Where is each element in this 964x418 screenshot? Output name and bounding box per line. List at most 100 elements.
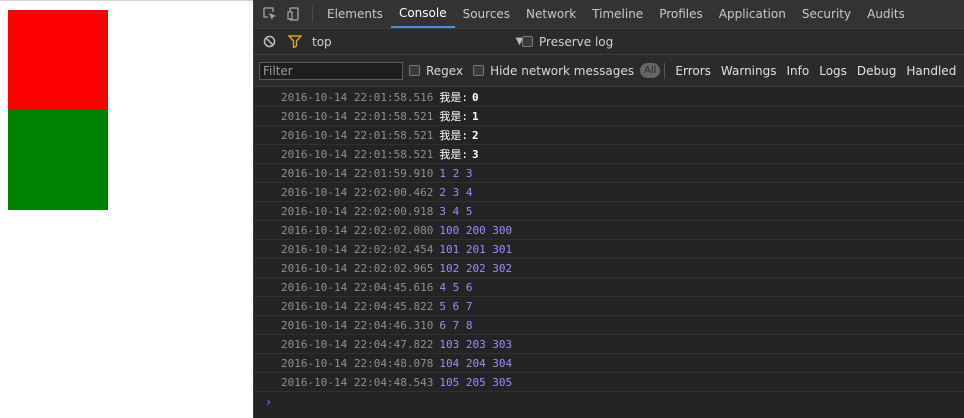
level-info[interactable]: Info xyxy=(782,64,815,78)
log-message: 我是: 0 xyxy=(439,89,478,105)
log-label: 我是: xyxy=(439,110,468,123)
log-value: 3 xyxy=(471,148,479,161)
log-row: 2016-10-14 22:04:46.310 6 7 8 xyxy=(254,316,964,335)
console-filter-bar: Regex Hide network messages All ErrorsWa… xyxy=(254,55,964,87)
log-message: 104 204 304 xyxy=(439,357,512,370)
log-message: 100 200 300 xyxy=(439,224,512,237)
log-timestamp: 2016-10-14 22:02:02.080 xyxy=(281,223,434,237)
preserve-log-toggle[interactable]: Preserve log xyxy=(522,35,613,49)
log-row: 2016-10-14 22:04:45.616 4 5 6 xyxy=(254,278,964,297)
log-timestamp: 2016-10-14 22:04:45.616 xyxy=(281,280,434,294)
log-timestamp: 2016-10-14 22:04:48.078 xyxy=(281,356,434,370)
log-value: 104 204 304 xyxy=(439,356,513,370)
log-message: 3 4 5 xyxy=(439,205,472,218)
log-timestamp: 2016-10-14 22:04:45.822 xyxy=(281,299,434,313)
tab-sources[interactable]: Sources xyxy=(455,0,518,28)
level-debug[interactable]: Debug xyxy=(852,64,901,78)
console-prompt[interactable]: › xyxy=(254,392,964,412)
log-label: 我是: xyxy=(439,91,468,104)
log-timestamp: 2016-10-14 22:04:48.543 xyxy=(281,375,434,389)
preserve-log-checkbox[interactable] xyxy=(522,36,533,47)
log-value: 103 203 303 xyxy=(439,337,513,351)
hide-network-checkbox[interactable] xyxy=(473,65,485,76)
log-value: 6 7 8 xyxy=(439,318,473,332)
log-row: 2016-10-14 22:01:58.521 我是: 2 xyxy=(254,126,964,145)
filter-input[interactable] xyxy=(259,61,403,80)
filter-funnel-icon[interactable] xyxy=(284,35,306,48)
log-row: 2016-10-14 22:04:47.822 103 203 303 xyxy=(254,335,964,354)
log-message: 我是: 1 xyxy=(439,108,478,124)
tab-elements[interactable]: Elements xyxy=(319,0,391,28)
log-message: 102 202 302 xyxy=(439,262,512,275)
level-divider xyxy=(664,62,666,79)
log-timestamp: 2016-10-14 22:01:58.521 xyxy=(281,128,434,142)
log-row: 2016-10-14 22:02:02.080 100 200 300 xyxy=(254,221,964,240)
tab-console[interactable]: Console xyxy=(390,0,455,28)
log-timestamp: 2016-10-14 22:01:59.910 xyxy=(281,166,434,180)
level-all-button[interactable]: All xyxy=(639,63,661,78)
tab-audits[interactable]: Audits xyxy=(859,0,913,28)
toolbar-divider xyxy=(312,6,313,22)
level-warnings[interactable]: Warnings xyxy=(716,64,782,78)
log-value: 2 3 4 xyxy=(439,185,473,199)
log-value: 102 202 302 xyxy=(439,261,513,275)
device-mode-icon[interactable] xyxy=(282,0,306,28)
log-row: 2016-10-14 22:01:59.910 1 2 3 xyxy=(254,164,964,183)
log-value: 2 xyxy=(471,129,479,142)
log-timestamp: 2016-10-14 22:01:58.521 xyxy=(281,109,434,123)
log-row: 2016-10-14 22:04:45.822 5 6 7 xyxy=(254,297,964,316)
level-errors[interactable]: Errors xyxy=(670,64,716,78)
log-label: 我是: xyxy=(439,129,468,142)
log-value: 3 4 5 xyxy=(439,204,473,218)
devtools-tabbar: Elements Console Sources Network Timeline Pro… xyxy=(254,0,964,29)
context-selector[interactable]: top ▼ xyxy=(312,34,523,49)
log-message: 我是: 3 xyxy=(439,146,478,162)
log-timestamp: 2016-10-14 22:01:58.521 xyxy=(281,147,434,161)
tab-timeline[interactable]: Timeline xyxy=(584,0,651,28)
log-row: 2016-10-14 22:02:02.965 102 202 302 xyxy=(254,259,964,278)
log-message: 1 2 3 xyxy=(439,167,472,180)
log-row: 2016-10-14 22:01:58.521 我是: 1 xyxy=(254,107,964,126)
log-timestamp: 2016-10-14 22:02:02.965 xyxy=(281,261,434,275)
red-box xyxy=(8,10,108,110)
preserve-log-label: Preserve log xyxy=(539,34,614,49)
tab-profiles[interactable]: Profiles xyxy=(651,0,711,28)
log-value: 100 200 300 xyxy=(439,223,513,237)
regex-toggle[interactable]: Regex xyxy=(409,64,463,78)
log-value: 101 201 301 xyxy=(439,242,513,256)
log-value: 1 2 3 xyxy=(439,166,473,180)
hide-network-label: Hide network messages xyxy=(490,63,634,78)
log-timestamp: 2016-10-14 22:02:00.462 xyxy=(281,185,434,199)
log-timestamp: 2016-10-14 22:02:00.918 xyxy=(281,204,434,218)
regex-checkbox[interactable] xyxy=(409,65,420,76)
level-logs[interactable]: Logs xyxy=(814,64,852,78)
log-row: 2016-10-14 22:02:02.454 101 201 301 xyxy=(254,240,964,259)
green-box xyxy=(8,110,108,210)
hide-network-toggle[interactable]: Hide network messages xyxy=(473,64,634,78)
inspect-element-icon[interactable] xyxy=(258,0,282,28)
devtools-panel: Elements Console Sources Network Timeline Pro… xyxy=(253,0,964,418)
inspected-page xyxy=(0,0,253,418)
log-message: 我是: 2 xyxy=(439,127,478,143)
log-message: 105 205 305 xyxy=(439,376,512,389)
log-value: 5 6 7 xyxy=(439,299,473,313)
clear-console-icon[interactable] xyxy=(258,35,280,48)
log-label: 我是: xyxy=(439,148,468,161)
log-row: 2016-10-14 22:04:48.543 105 205 305 xyxy=(254,373,964,392)
log-message: 4 5 6 xyxy=(439,281,472,294)
log-message: 2 3 4 xyxy=(439,186,472,199)
log-timestamp: 2016-10-14 22:04:46.310 xyxy=(281,318,434,332)
log-row: 2016-10-14 22:02:00.462 2 3 4 xyxy=(254,183,964,202)
log-value: 4 5 6 xyxy=(439,280,473,294)
tab-network[interactable]: Network xyxy=(518,0,584,28)
context-value: top xyxy=(312,34,332,49)
log-row: 2016-10-14 22:02:00.918 3 4 5 xyxy=(254,202,964,221)
log-timestamp: 2016-10-14 22:02:02.454 xyxy=(281,242,434,256)
log-value: 0 xyxy=(471,91,479,104)
level-handled[interactable]: Handled xyxy=(901,64,961,78)
log-row: 2016-10-14 22:01:58.516 我是: 0 xyxy=(254,88,964,107)
tab-security[interactable]: Security xyxy=(794,0,859,28)
console-context-bar: top ▼ Preserve log xyxy=(254,29,964,55)
prompt-chevron-icon: › xyxy=(265,395,273,409)
tab-application[interactable]: Application xyxy=(711,0,794,28)
